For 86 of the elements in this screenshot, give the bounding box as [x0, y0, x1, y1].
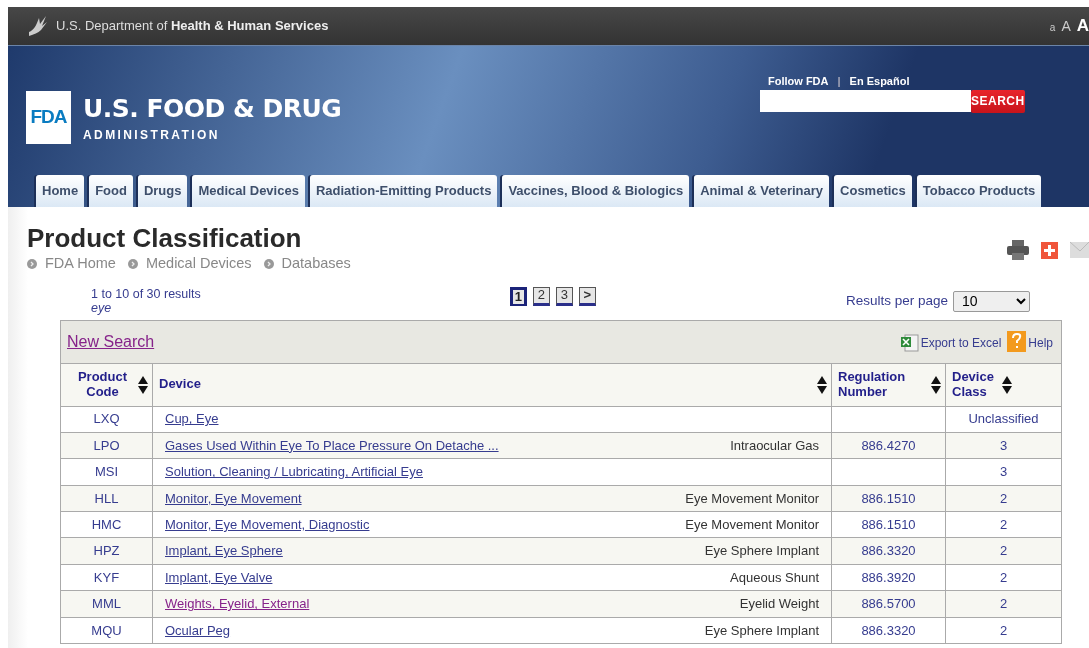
table-cell: 886.1510: [831, 511, 946, 538]
page-button[interactable]: 1: [509, 286, 527, 306]
device-link[interactable]: Monitor, Eye Movement: [165, 488, 302, 509]
plus-icon[interactable]: [1041, 241, 1058, 259]
device-link[interactable]: Cup, Eye: [165, 409, 219, 429]
table-cell: KYF: [60, 564, 153, 591]
table-cell: HPZ: [60, 537, 153, 565]
table-cell: MQU: [60, 617, 153, 644]
new-search-link[interactable]: New Search: [67, 329, 155, 354]
sort-icon[interactable]: [1002, 374, 1012, 395]
breadcrumb-link[interactable]: FDA Home: [45, 253, 116, 275]
help-link[interactable]: Help: [1028, 334, 1054, 352]
fda-logo[interactable]: FDA: [26, 91, 71, 144]
device-type: Eye Movement Monitor: [685, 516, 819, 534]
nav-tab[interactable]: Tobacco Products: [916, 174, 1042, 207]
text-size-button[interactable]: A: [1061, 16, 1071, 38]
table-cell: Unclassified: [945, 406, 1062, 433]
page-title: Product Classification: [27, 225, 302, 251]
results-per-page-label: Results per page: [845, 293, 948, 309]
table-cell: MSI: [60, 458, 153, 486]
table-cell: LXQ: [60, 406, 153, 433]
header-link[interactable]: En Español: [849, 73, 910, 90]
sort-icon[interactable]: [138, 374, 148, 395]
device-link[interactable]: Implant, Eye Sphere: [165, 541, 283, 561]
export-link[interactable]: Export to Excel: [920, 334, 1002, 352]
table-cell: 886.3320: [831, 537, 946, 565]
search-button[interactable]: SEARCH: [971, 89, 1025, 113]
bullet-icon: [27, 258, 37, 269]
page-button[interactable]: 2: [532, 286, 550, 306]
nav-tab[interactable]: Home: [36, 174, 85, 207]
nav-tab[interactable]: Vaccines, Blood & Biologics: [502, 174, 690, 207]
device-link[interactable]: Monitor, Eye Movement, Diagnostic: [165, 515, 370, 535]
text-size-button[interactable]: a: [1049, 20, 1056, 36]
nav-tab[interactable]: Radiation-Emitting Products: [309, 174, 498, 207]
table-cell: HMC: [60, 511, 153, 538]
table-cell: 2: [945, 564, 1062, 591]
logo-subtitle: ADMINISTRATION: [83, 127, 221, 144]
device-link[interactable]: Weights, Eyelid, External: [165, 594, 310, 614]
bullet-icon: [127, 258, 138, 269]
link-separator: |: [837, 74, 841, 89]
device-link[interactable]: Gases Used Within Eye To Place Pressure On Detache ...: [165, 435, 499, 456]
table-cell: 886.4270: [831, 432, 946, 459]
table-cell: 3: [945, 432, 1062, 459]
agency-name[interactable]: U.S. Department of Health & Human Services: [56, 16, 329, 36]
search-field[interactable]: [760, 89, 971, 112]
bullet-icon: [263, 258, 274, 269]
table-cell: 886.3920: [831, 564, 946, 591]
results-per-page-select[interactable]: 10: [953, 290, 1030, 312]
print-icon[interactable]: [1007, 240, 1029, 260]
text-size-button[interactable]: A: [1076, 13, 1089, 39]
device-type: Eyelid Weight: [739, 595, 819, 614]
device-type: Eye Sphere Implant: [704, 542, 819, 561]
table-cell: 2: [945, 617, 1062, 644]
search-query: eye: [91, 301, 113, 316]
device-type: Eye Sphere Implant: [704, 621, 819, 640]
nav-tab[interactable]: Drugs: [137, 174, 188, 207]
table-cell: 2: [945, 485, 1062, 512]
device-link[interactable]: Implant, Eye Valve: [165, 567, 273, 588]
sort-icon[interactable]: [931, 374, 941, 395]
device-type: Eye Movement Monitor: [685, 489, 819, 508]
table-cell: LPO: [60, 432, 153, 459]
nav-tab[interactable]: Medical Devices: [192, 174, 305, 207]
table-cell: HLL: [60, 485, 153, 512]
table-cell: 3: [945, 458, 1062, 486]
device-type: Aqueous Shunt: [730, 568, 819, 587]
table-cell: MML: [60, 590, 153, 618]
device-link[interactable]: Ocular Peg: [165, 620, 231, 641]
page-button[interactable]: >: [578, 286, 596, 306]
table-cell: 2: [945, 537, 1062, 565]
table-cell: 886.5700: [831, 590, 946, 618]
page-button[interactable]: 3: [555, 286, 573, 306]
breadcrumb-link[interactable]: Medical Devices: [145, 253, 252, 275]
sort-icon[interactable]: [817, 374, 827, 395]
spreadsheet-icon[interactable]: [900, 334, 919, 352]
nav-tab[interactable]: Cosmetics: [834, 174, 912, 207]
nav-tab[interactable]: Food: [89, 174, 133, 207]
device-type: Intraocular Gas: [730, 436, 819, 455]
logo-title: U.S. FOOD & DRUG: [83, 96, 342, 121]
table-cell: 2: [945, 590, 1062, 618]
table-cell: 886.1510: [831, 485, 946, 512]
table-cell: 886.3320: [831, 617, 946, 644]
nav-tab[interactable]: Animal & Veterinary: [694, 174, 830, 207]
table-cell: 2: [945, 511, 1062, 538]
breadcrumb-link[interactable]: Databases: [281, 253, 351, 275]
results-summary: 1 to 10 of 30 results: [91, 286, 201, 302]
header-link[interactable]: Follow FDA: [768, 73, 829, 90]
